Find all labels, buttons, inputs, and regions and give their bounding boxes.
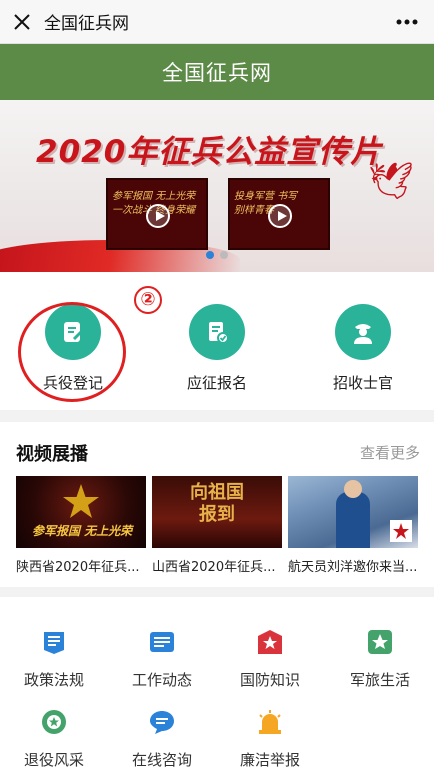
astronaut-figure: [336, 492, 370, 548]
star-badge-icon: [255, 627, 285, 657]
service-label: 应征报名: [186, 374, 247, 392]
astronaut-head: [344, 480, 362, 498]
grid-item-defense[interactable]: 国防知识: [216, 627, 324, 690]
document-check-icon: [189, 304, 245, 360]
grid-label: 廉洁举报: [239, 751, 300, 769]
thumbnail-text: 参军报国 无上光荣: [32, 524, 133, 538]
star-icon: [63, 484, 99, 518]
banner-carousel[interactable]: 2020年征兵公益宣传片 🕊 参军报国 无上光荣 一次战斗 终身荣耀 投身军营 …: [0, 100, 434, 272]
service-apply[interactable]: 应征报名: [172, 304, 262, 393]
category-grid: 政策法规 工作动态 国防知识 军旅生活 退役风采 在线咨询 廉洁举报: [0, 597, 434, 783]
more-icon: [396, 19, 418, 25]
site-header: 全国征兵网: [0, 44, 434, 100]
list-icon: [147, 627, 177, 657]
banner-video-1[interactable]: 参军报国 无上光荣 一次战斗 终身荣耀: [106, 178, 208, 250]
top-bar: 全国征兵网: [0, 0, 434, 44]
carousel-dots: [0, 251, 434, 259]
star-frame-icon: [365, 627, 395, 657]
grid-item-life[interactable]: 军旅生活: [326, 627, 434, 690]
video-thumbnail-3[interactable]: [288, 476, 418, 548]
annotation-number: ②: [134, 286, 162, 314]
emblem-icon: [390, 520, 412, 542]
section-title: 视频展播: [16, 444, 88, 465]
more-videos-link[interactable]: 查看更多: [360, 442, 420, 463]
video-section: 视频展播 查看更多 参军报国 无上光荣 陕西省2020年征兵... 向祖国报到 …: [0, 422, 434, 587]
grid-label: 在线咨询: [131, 751, 192, 769]
video-thumbnail-2[interactable]: 向祖国报到: [152, 476, 282, 548]
service-nco[interactable]: 招收士官: [318, 304, 408, 393]
more-button[interactable]: [392, 10, 422, 34]
play-icon: [146, 204, 170, 228]
grid-item-report[interactable]: 廉洁举报: [216, 707, 324, 770]
grid-item-news[interactable]: 工作动态: [108, 627, 216, 690]
annotation-circle: [18, 302, 126, 402]
close-icon: [14, 13, 30, 30]
video-caption[interactable]: 航天员刘洋邀你来当...: [288, 556, 418, 575]
banner-headline: 2020年征兵公益宣传片: [36, 134, 383, 170]
book-icon: [39, 627, 69, 657]
chat-icon: [147, 707, 177, 737]
grid-item-veterans[interactable]: 退役风采: [0, 707, 108, 770]
grid-label: 军旅生活: [349, 671, 410, 689]
carousel-dot[interactable]: [220, 251, 228, 259]
alarm-icon: [255, 707, 285, 737]
thumbnail-text: 向祖国报到: [190, 482, 244, 525]
close-button[interactable]: [0, 0, 44, 44]
service-label: 招收士官: [332, 374, 393, 392]
window-title: 全国征兵网: [44, 14, 129, 34]
grid-item-policy[interactable]: 政策法规: [0, 627, 108, 690]
grid-item-consult[interactable]: 在线咨询: [108, 707, 216, 770]
site-title: 全国征兵网: [162, 61, 272, 85]
wreath-icon: [39, 707, 69, 737]
video-caption[interactable]: 山西省2020年征兵...: [152, 556, 282, 575]
carousel-dot[interactable]: [206, 251, 214, 259]
officer-icon: [335, 304, 391, 360]
grid-label: 工作动态: [131, 671, 192, 689]
banner-video-2[interactable]: 投身军营 书写 别样青春: [228, 178, 330, 250]
dove-icon: 🕊: [368, 161, 414, 202]
grid-label: 政策法规: [23, 671, 84, 689]
grid-label: 退役风采: [23, 751, 84, 769]
video-caption[interactable]: 陕西省2020年征兵...: [16, 556, 146, 575]
play-icon: [268, 204, 292, 228]
grid-label: 国防知识: [239, 671, 300, 689]
video-thumbnail-1[interactable]: 参军报国 无上光荣: [16, 476, 146, 548]
